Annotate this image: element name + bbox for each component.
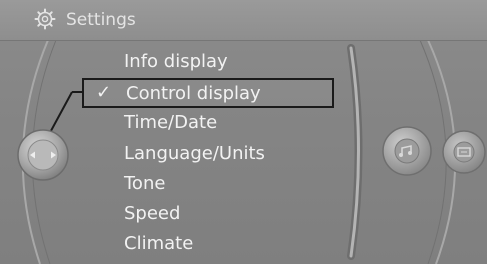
menu-item-label: Tone	[124, 173, 166, 194]
display-knob[interactable]	[440, 128, 486, 176]
menu-item-control-display[interactable]: ✓ Control display	[82, 78, 334, 108]
controller-knob[interactable]	[16, 128, 70, 182]
checkmark-icon: ✓	[96, 82, 112, 103]
menu-item-climate[interactable]: Climate	[82, 230, 334, 260]
menu-item-label: Time/Date	[124, 112, 218, 133]
menu-item-label: Speed	[124, 203, 181, 224]
menu-item-label: Language/Units	[124, 143, 265, 164]
menu-item-label: Climate	[124, 233, 194, 254]
media-knob[interactable]	[380, 124, 434, 178]
menu-item-label: Control display	[126, 83, 261, 104]
menu-item-time-date[interactable]: Time/Date	[82, 109, 334, 139]
menu-item-label: Info display	[124, 51, 228, 72]
menu-item-tone[interactable]: Tone	[82, 170, 334, 200]
menu-item-info-display[interactable]: Info display	[82, 48, 334, 78]
control-display-screen: Settings Info display ✓ Control display …	[0, 0, 487, 264]
menu-item-speed[interactable]: Speed	[82, 200, 334, 230]
menu-item-language-units[interactable]: Language/Units	[82, 140, 334, 170]
